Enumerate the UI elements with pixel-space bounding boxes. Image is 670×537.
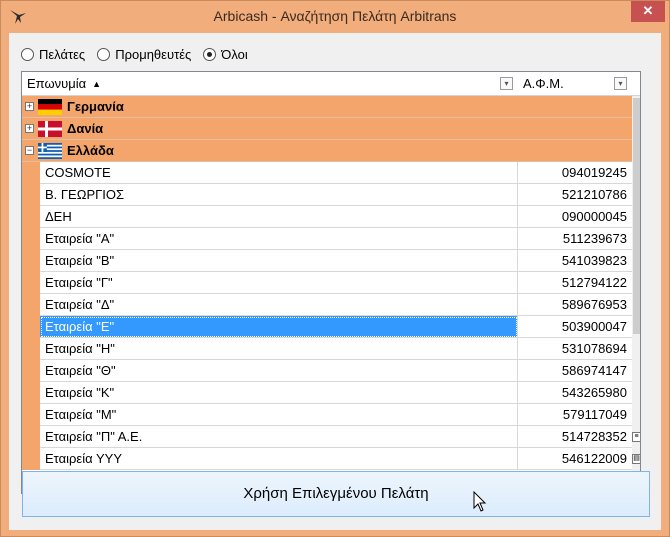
cell-afm[interactable]: 521210786 [518, 184, 632, 206]
group-indent [22, 206, 40, 228]
cell-afm[interactable]: 094019245 [518, 162, 632, 184]
table-row[interactable]: Εταιρεία ΥΥΥ 546122009 [22, 448, 632, 470]
group-indent [22, 162, 40, 184]
cell-afm[interactable]: 541039823 [518, 250, 632, 272]
radio-label: Όλοι [221, 46, 248, 62]
dialog-window: Arbicash - Αναζήτηση Πελάτη Arbitrans ✕ … [0, 0, 670, 537]
table-row[interactable]: Εταιρεία "Γ" 512794122 [22, 272, 632, 294]
close-button[interactable]: ✕ [631, 1, 665, 22]
cell-afm[interactable]: 589676953 [518, 294, 632, 316]
table-row[interactable]: Εταιρεία "Π" Α.Ε. 514728352 [22, 426, 632, 448]
group-row-denmark[interactable]: + Δανία [22, 118, 632, 140]
cell-name[interactable]: Β. ΓΕΩΡΓΙΟΣ [40, 184, 518, 206]
group-indent [22, 404, 40, 426]
table-row[interactable]: Β. ΓΕΩΡΓΙΟΣ 521210786 [22, 184, 632, 206]
group-indent [22, 294, 40, 316]
cell-name[interactable]: Εταιρεία "Κ" [40, 382, 518, 404]
radio-label: Πελάτες [39, 46, 86, 62]
cell-name[interactable]: Εταιρεία "Δ" [40, 294, 518, 316]
cell-afm[interactable]: 543265980 [518, 382, 632, 404]
group-indent [22, 426, 40, 448]
filter-dropdown-icon[interactable]: ▾ [614, 77, 627, 90]
cell-name[interactable]: Εταιρεία "Γ" [40, 272, 518, 294]
table-row[interactable]: Εταιρεία "Α" 511239673 [22, 228, 632, 250]
group-indent [22, 448, 40, 470]
customer-type-filter: Πελάτες Προμηθευτές Όλοι [21, 45, 260, 63]
group-indent [22, 338, 40, 360]
title-bar[interactable]: Arbicash - Αναζήτηση Πελάτη Arbitrans ✕ [1, 1, 669, 34]
filter-dropdown-icon[interactable]: ▾ [500, 77, 513, 90]
cell-afm[interactable]: 090000045 [518, 206, 632, 228]
expand-icon[interactable]: + [25, 102, 34, 111]
radio-all[interactable]: Όλοι [203, 47, 248, 62]
cell-name[interactable]: Εταιρεία "Μ" [40, 404, 518, 426]
collapse-icon[interactable]: − [25, 146, 34, 155]
group-label: Ελλάδα [67, 143, 114, 158]
customer-grid[interactable]: Επωνυμία ▲ ▾ Α.Φ.Μ. ▾ + Γερμανία + Δανία… [21, 71, 641, 494]
cell-name[interactable]: Εταιρεία "Β" [40, 250, 518, 272]
radio-button[interactable] [203, 47, 217, 61]
table-row[interactable]: Εταιρεία "Μ" 579117049 [22, 404, 632, 426]
column-label: Α.Φ.Μ. [523, 76, 564, 91]
cell-afm[interactable]: 579117049 [518, 404, 632, 426]
use-selected-customer-button[interactable]: Χρήση Επιλεγμένου Πελάτη [22, 471, 650, 517]
cell-name[interactable]: ΔΕΗ [40, 206, 518, 228]
table-row[interactable]: COSMOTE 094019245 [22, 162, 632, 184]
group-indent [22, 184, 40, 206]
grid-body: + Γερμανία + Δανία − Ελλάδα COSMOTE 0940… [22, 96, 632, 493]
group-label: Γερμανία [67, 99, 124, 114]
page-down-icon[interactable]: ≡ [632, 432, 640, 442]
column-header-afm[interactable]: Α.Φ.Μ. [518, 72, 618, 95]
radio-suppliers[interactable]: Προμηθευτές [97, 47, 191, 62]
table-row-selected[interactable]: Εταιρεία "Ε" 503900047 [22, 316, 632, 338]
greece-flag-icon [38, 143, 62, 159]
window-title: Arbicash - Αναζήτηση Πελάτη Arbitrans [213, 8, 457, 24]
radio-customers[interactable]: Πελάτες [21, 47, 85, 62]
table-row[interactable]: ΔΕΗ 090000045 [22, 206, 632, 228]
cell-afm[interactable]: 546122009 [518, 448, 632, 470]
radio-label: Προμηθευτές [115, 46, 192, 62]
group-indent [22, 250, 40, 272]
scroll-end-icon[interactable]: ▤ [632, 454, 640, 464]
table-row[interactable]: Εταιρεία "Β" 541039823 [22, 250, 632, 272]
column-header-name[interactable]: Επωνυμία ▲ [22, 72, 498, 95]
group-row-greece[interactable]: − Ελλάδα [22, 140, 632, 162]
cell-afm[interactable]: 503900047 [518, 316, 632, 338]
column-label: Επωνυμία [27, 76, 87, 91]
grid-header: Επωνυμία ▲ ▾ Α.Φ.Μ. ▾ [22, 72, 640, 96]
group-indent [22, 228, 40, 250]
cell-name[interactable]: Εταιρεία "Η" [40, 338, 518, 360]
denmark-flag-icon [38, 121, 62, 137]
radio-button[interactable] [21, 47, 34, 61]
table-row[interactable]: Εταιρεία "Κ" 543265980 [22, 382, 632, 404]
group-indent [22, 316, 40, 338]
cell-name[interactable]: Εταιρεία "Π" Α.Ε. [40, 426, 518, 448]
cell-afm[interactable]: 511239673 [518, 228, 632, 250]
cell-afm[interactable]: 514728352 [518, 426, 632, 448]
group-indent [22, 360, 40, 382]
vertical-scrollbar[interactable]: ≡ ▤ [632, 96, 640, 493]
table-row[interactable]: Εταιρεία "Δ" 589676953 [22, 294, 632, 316]
table-row[interactable]: Εταιρεία "Η" 531078694 [22, 338, 632, 360]
expand-icon[interactable]: + [25, 124, 34, 133]
cell-afm[interactable]: 531078694 [518, 338, 632, 360]
group-row-germany[interactable]: + Γερμανία [22, 96, 632, 118]
sort-ascending-icon: ▲ [92, 79, 102, 89]
cell-name[interactable]: Εταιρεία "Α" [40, 228, 518, 250]
cell-name[interactable]: Εταιρεία "Ε" [40, 316, 518, 338]
table-row[interactable]: Εταιρεία "Θ" 586974147 [22, 360, 632, 382]
mouse-cursor-icon [473, 491, 487, 512]
group-label: Δανία [67, 121, 104, 136]
cell-afm[interactable]: 512794122 [518, 272, 632, 294]
cell-name[interactable]: COSMOTE [40, 162, 518, 184]
cell-name[interactable]: Εταιρεία "Θ" [40, 360, 518, 382]
germany-flag-icon [38, 99, 62, 115]
group-indent [22, 272, 40, 294]
group-indent [22, 382, 40, 404]
client-area: Πελάτες Προμηθευτές Όλοι Επωνυμία ▲ ▾ Α.Φ… [9, 33, 661, 530]
radio-button[interactable] [97, 47, 111, 61]
cell-name[interactable]: Εταιρεία ΥΥΥ [40, 448, 518, 470]
cell-afm[interactable]: 586974147 [518, 360, 632, 382]
scrollbar-thumb[interactable] [633, 98, 640, 334]
